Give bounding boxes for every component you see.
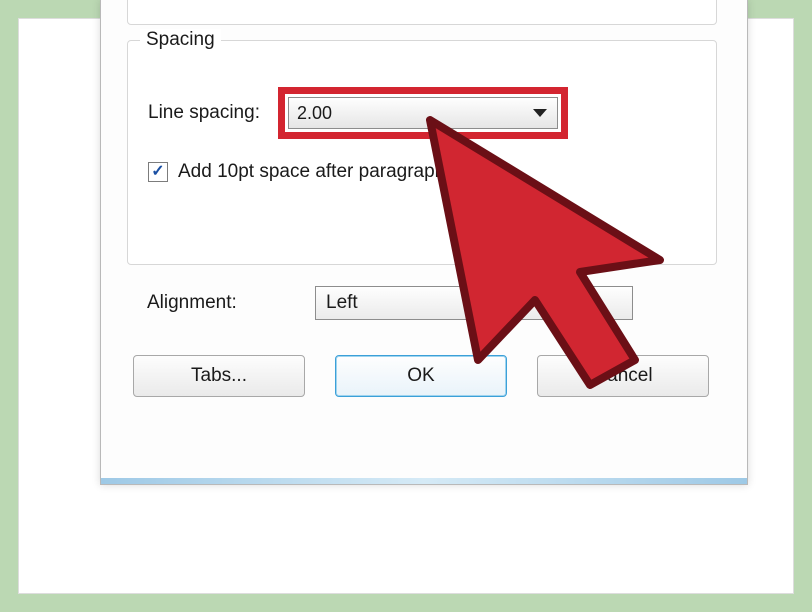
alignment-value: Left [326, 292, 358, 314]
tabs-button[interactable]: Tabs... [133, 355, 305, 397]
add-space-row: ✓ Add 10pt space after paragraph [148, 161, 445, 183]
add-space-label: Add 10pt space after paragraph [178, 161, 445, 183]
add-space-checkbox[interactable]: ✓ [148, 162, 168, 182]
cancel-button-label: Cancel [593, 365, 652, 387]
line-spacing-combobox[interactable]: 2.00 [288, 97, 558, 129]
chevron-down-icon [533, 109, 547, 117]
paragraph-dialog: Spacing Line spacing: 2.00 ✓ Add 10pt sp… [100, 0, 748, 485]
dialog-button-row: Tabs... OK Cancel [133, 355, 709, 397]
spacing-groupbox: Spacing Line spacing: 2.00 ✓ Add 10pt sp… [127, 40, 717, 265]
ok-button-label: OK [407, 365, 434, 387]
line-spacing-row: Line spacing: 2.00 [148, 87, 708, 139]
tabs-button-label: Tabs... [191, 365, 247, 387]
alignment-row: Alignment: Left [147, 286, 633, 320]
highlight-box: 2.00 [278, 87, 568, 139]
dialog-bottom-edge [101, 478, 747, 484]
line-spacing-value: 2.00 [297, 103, 332, 124]
spacing-group-label: Spacing [140, 29, 221, 51]
line-spacing-label: Line spacing: [148, 102, 260, 124]
alignment-label: Alignment: [147, 292, 297, 314]
alignment-combobox[interactable]: Left [315, 286, 633, 320]
cancel-button[interactable]: Cancel [537, 355, 709, 397]
ok-button[interactable]: OK [335, 355, 507, 397]
upper-groupbox [127, 0, 717, 25]
